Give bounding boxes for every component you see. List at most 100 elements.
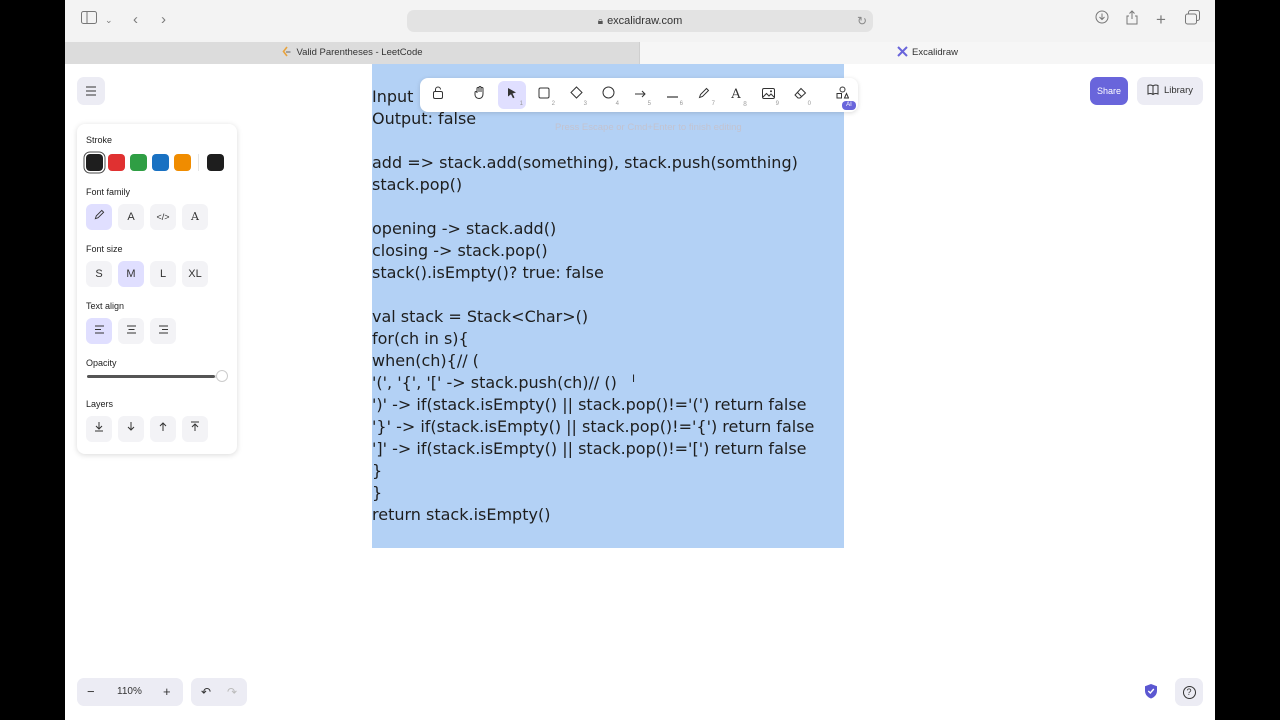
zoom-out-button[interactable]: − xyxy=(87,678,95,706)
rectangle-tool-icon[interactable]: 2 xyxy=(530,81,558,109)
text-tool-icon[interactable]: A 8 xyxy=(722,81,750,109)
main-menu-button[interactable] xyxy=(77,77,105,105)
font-family-label: Font family xyxy=(86,187,131,197)
download-icon[interactable] xyxy=(1095,10,1109,30)
back-icon[interactable]: ‹ xyxy=(133,10,138,30)
undo-icon[interactable]: ↶ xyxy=(201,678,211,706)
excalidraw-icon xyxy=(897,44,908,57)
drawing-canvas[interactable]: Input Output: false add => stack.add(somet… xyxy=(65,64,1215,720)
stroke-label: Stroke xyxy=(86,135,113,145)
text-editor[interactable]: Input Output: false add => stack.add(somet… xyxy=(372,86,892,526)
font-normal-icon[interactable]: A xyxy=(118,204,144,230)
editor-line: } xyxy=(372,483,383,502)
reload-icon[interactable]: ↻ xyxy=(857,10,867,32)
browser-window: ⌄ ‹ › 🔒︎ excalidraw.com ↻ + Valid Parenth… xyxy=(65,0,1215,720)
current-color-picker[interactable] xyxy=(207,154,224,171)
align-center-icon[interactable] xyxy=(118,318,144,344)
tab-label: Excalidraw xyxy=(912,47,958,58)
shield-icon[interactable] xyxy=(1144,683,1160,701)
ai-badge: AI xyxy=(842,101,856,110)
draw-tool-icon[interactable]: 7 xyxy=(690,81,718,109)
eraser-tool-icon[interactable]: 0 xyxy=(786,81,814,109)
url-text: excalidraw.com xyxy=(607,15,683,27)
editor-line: stack().isEmpty()? true: false xyxy=(372,263,604,282)
stroke-color-green[interactable] xyxy=(130,154,147,171)
leetcode-icon xyxy=(281,44,292,57)
stroke-color-orange[interactable] xyxy=(174,154,191,171)
shape-toolbar: 1 2 3 4 5 6 7 A 8 9 0 AI xyxy=(420,78,858,112)
opacity-label: Opacity xyxy=(86,358,117,368)
stroke-color-blue[interactable] xyxy=(152,154,169,171)
font-size-label: Font size xyxy=(86,244,123,254)
forward-icon[interactable]: › xyxy=(161,10,166,30)
font-size-l[interactable]: L xyxy=(150,261,176,287)
tab-overview-icon[interactable] xyxy=(1185,10,1200,31)
font-size-m[interactable]: M xyxy=(118,261,144,287)
line-tool-icon[interactable]: 6 xyxy=(658,81,686,109)
ellipse-tool-icon[interactable]: 4 xyxy=(594,81,622,109)
sidebar-toggle-icon[interactable] xyxy=(81,10,97,30)
font-code-icon[interactable]: </> xyxy=(150,204,176,230)
tab-bar: Valid Parentheses - LeetCode Excalidraw xyxy=(65,42,1215,64)
image-tool-icon[interactable]: 9 xyxy=(754,81,782,109)
lock-tool-icon[interactable] xyxy=(424,81,452,109)
tab-label: Valid Parentheses - LeetCode xyxy=(296,47,423,58)
text-cursor-icon: I xyxy=(632,373,636,385)
browser-toolbar: ⌄ ‹ › 🔒︎ excalidraw.com ↻ + xyxy=(65,0,1215,42)
properties-panel: Stroke Font family A </> A Font size S M… xyxy=(77,124,237,454)
editing-hint: Press Escape or Cmd+Enter to finish edit… xyxy=(555,122,742,133)
library-icon xyxy=(1147,79,1159,107)
editor-line: closing -> stack.pop() xyxy=(372,241,548,260)
zoom-in-button[interactable]: + xyxy=(163,678,171,706)
tab-leetcode[interactable]: Valid Parentheses - LeetCode xyxy=(65,42,640,64)
font-more-icon[interactable]: A xyxy=(182,204,208,230)
arrow-tool-icon[interactable]: 5 xyxy=(626,81,654,109)
bring-to-front-icon[interactable] xyxy=(182,416,208,442)
opacity-slider-track[interactable] xyxy=(87,375,215,378)
share-button[interactable]: Share xyxy=(1090,77,1128,105)
redo-icon[interactable]: ↷ xyxy=(227,678,237,706)
selection-tool-icon[interactable]: 1 xyxy=(498,81,526,109)
font-size-xl[interactable]: XL xyxy=(182,261,208,287)
align-right-icon[interactable] xyxy=(150,318,176,344)
lock-icon: 🔒︎ xyxy=(597,16,604,27)
opacity-slider-knob[interactable] xyxy=(216,370,228,382)
new-tab-icon[interactable]: + xyxy=(1156,10,1166,30)
align-left-icon[interactable] xyxy=(86,318,112,344)
editor-line: stack.pop() xyxy=(372,175,463,194)
zoom-level[interactable]: 110% xyxy=(117,678,142,706)
stroke-color-black[interactable] xyxy=(86,154,103,171)
editor-line: ')' -> if(stack.isEmpty() || stack.pop()… xyxy=(372,395,807,414)
stroke-color-red[interactable] xyxy=(108,154,125,171)
send-backward-icon[interactable] xyxy=(118,416,144,442)
share-sheet-icon[interactable] xyxy=(1126,10,1138,31)
editor-line: '}' -> if(stack.isEmpty() || stack.pop()… xyxy=(372,417,815,436)
font-size-s[interactable]: S xyxy=(86,261,112,287)
bring-forward-icon[interactable] xyxy=(150,416,176,442)
editor-line: opening -> stack.add() xyxy=(372,219,557,238)
zoom-controls: − 110% + xyxy=(77,678,183,706)
editor-line: add => stack.add(something), stack.push(… xyxy=(372,153,798,172)
hand-tool-icon[interactable] xyxy=(466,81,494,109)
editor-line: for(ch in s){ xyxy=(372,329,469,348)
address-bar[interactable]: 🔒︎ excalidraw.com ↻ xyxy=(407,10,873,32)
help-icon: ? xyxy=(1182,686,1196,699)
undo-redo-controls: ↶ ↷ xyxy=(191,678,247,706)
diamond-tool-icon[interactable]: 3 xyxy=(562,81,590,109)
library-button[interactable]: Library xyxy=(1137,77,1203,105)
editor-line: return stack.isEmpty() xyxy=(372,505,551,524)
editor-line: when(ch){// ( xyxy=(372,351,479,370)
tab-excalidraw[interactable]: Excalidraw xyxy=(640,42,1215,64)
send-to-back-icon[interactable] xyxy=(86,416,112,442)
font-hand-drawn-icon[interactable] xyxy=(86,204,112,230)
chevron-down-icon[interactable]: ⌄ xyxy=(105,10,113,30)
divider xyxy=(198,154,199,171)
editor-line: val stack = Stack<Char>() xyxy=(372,307,589,326)
editor-line: ']' -> if(stack.isEmpty() || stack.pop()… xyxy=(372,439,807,458)
help-button[interactable]: ? xyxy=(1175,678,1203,706)
layers-label: Layers xyxy=(86,399,114,409)
library-label: Library xyxy=(1163,85,1194,96)
